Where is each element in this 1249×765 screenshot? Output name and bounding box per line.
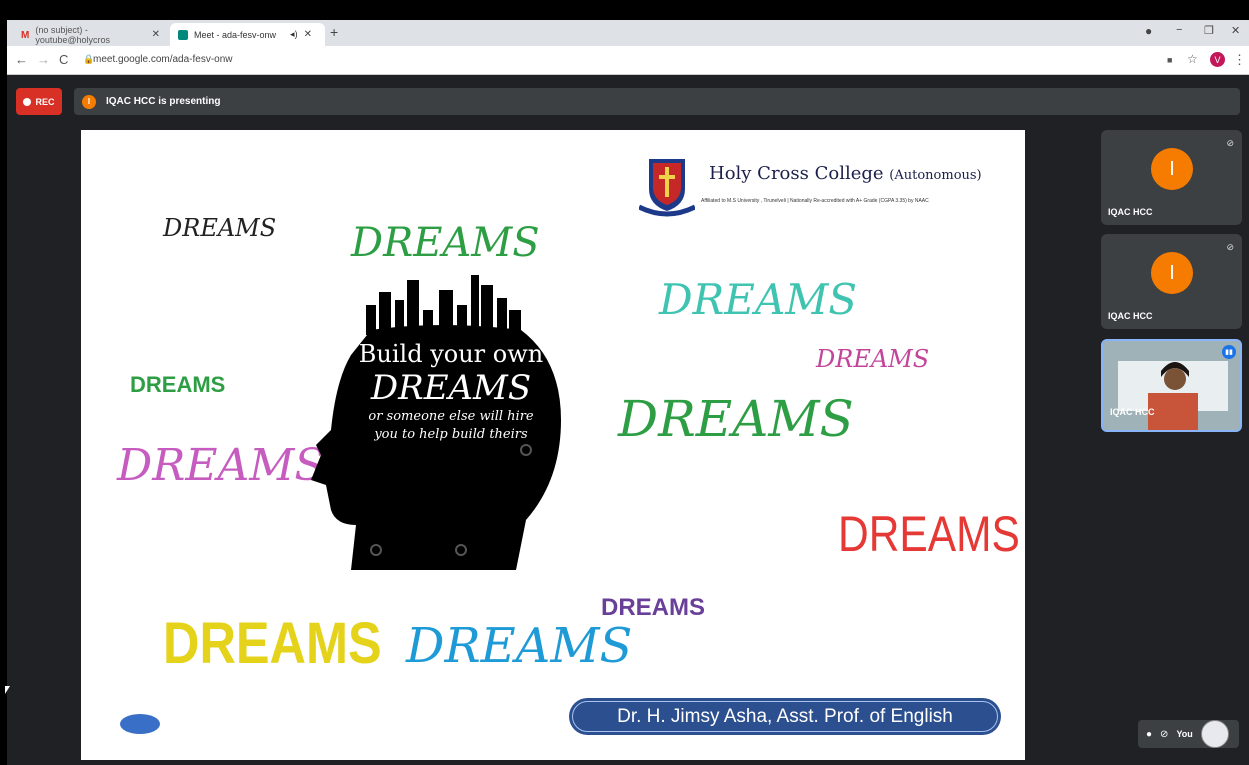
mouse-cursor-icon bbox=[5, 686, 10, 694]
record-dot-icon bbox=[23, 97, 32, 106]
head-quote: Build your own DREAMS or someone else wi… bbox=[351, 340, 551, 444]
mic-icon[interactable]: ● bbox=[1146, 729, 1152, 740]
participant-name: IQAC HCC bbox=[1108, 311, 1153, 321]
gmail-icon: M bbox=[21, 29, 30, 41]
word-dreams: DREAMS bbox=[838, 506, 1020, 562]
word-dreams: DREAMS bbox=[816, 345, 930, 373]
close-icon[interactable]: ✕ bbox=[304, 29, 312, 40]
new-tab-button[interactable]: + bbox=[330, 24, 338, 40]
college-name: Holy Cross College bbox=[709, 163, 884, 184]
tab-gmail-label: (no subject) - youtube@holycros bbox=[35, 24, 111, 45]
presenting-text: IQAC HCC is presenting bbox=[106, 96, 221, 107]
rec-label: REC bbox=[35, 96, 55, 107]
word-dreams: DREAMS bbox=[659, 275, 858, 324]
participant-avatar: I bbox=[1151, 148, 1193, 190]
mic-off-icon: ⊘ bbox=[1226, 242, 1234, 252]
word-dreams: DREAMS bbox=[406, 618, 633, 674]
speaking-indicator-icon: ▮▮ bbox=[1222, 345, 1236, 359]
college-title: Holy Cross College (Autonomous) bbox=[709, 163, 982, 184]
participant-avatar: I bbox=[1151, 252, 1193, 294]
meet-icon bbox=[178, 29, 188, 40]
quote-line-2: DREAMS bbox=[370, 368, 532, 408]
close-icon[interactable]: ✕ bbox=[152, 29, 160, 40]
decorative-oval bbox=[120, 714, 160, 734]
self-avatar bbox=[1200, 720, 1229, 748]
tab-meet[interactable]: Meet - ada-fesv-onw ◂) ✕ bbox=[170, 23, 325, 46]
participant-name: IQAC HCC bbox=[1110, 407, 1155, 417]
college-affiliation: Affiliated to M.S University , Tirunelve… bbox=[701, 198, 929, 204]
camera-icon[interactable]: ■ bbox=[1167, 55, 1172, 65]
back-icon[interactable]: ← bbox=[15, 52, 28, 67]
word-dreams: DREAMS bbox=[618, 390, 854, 448]
address-bar-row: ← → C 🔒 meet.google.com/ada-fesv-onw ■ ☆… bbox=[7, 46, 1249, 75]
speaker-name: Dr. H. Jimsy Asha, Asst. Prof. of Englis… bbox=[617, 705, 953, 727]
word-dreams: DREAMS bbox=[351, 220, 540, 266]
restore-button[interactable]: ❐ bbox=[1204, 24, 1214, 37]
camera-off-icon[interactable]: ⊘ bbox=[1160, 729, 1168, 740]
college-suffix: (Autonomous) bbox=[889, 168, 982, 183]
quote-line-1: Build your own bbox=[358, 340, 544, 368]
browser-tab-strip: M (no subject) - youtube@holycros ✕ Meet… bbox=[7, 20, 1249, 46]
quote-line-3: or someone else will hire bbox=[368, 409, 534, 424]
url-field[interactable]: meet.google.com/ada-fesv-onw bbox=[93, 54, 233, 65]
word-dreams: DREAMS bbox=[117, 440, 325, 491]
presenter-avatar: I bbox=[82, 94, 96, 109]
participant-video-tile[interactable]: ▮▮ IQAC HCC bbox=[1101, 339, 1242, 432]
tab-gmail[interactable]: M (no subject) - youtube@holycros ✕ bbox=[13, 23, 168, 46]
word-dreams: DREAMS bbox=[163, 214, 277, 242]
word-dreams: DREAMS bbox=[163, 611, 382, 676]
speaker-name-banner: Dr. H. Jimsy Asha, Asst. Prof. of Englis… bbox=[569, 698, 1001, 735]
speaker-icon[interactable]: ◂) bbox=[290, 29, 298, 40]
screen-top-bar bbox=[0, 0, 1249, 20]
presenting-banner: I IQAC HCC is presenting bbox=[74, 88, 1240, 115]
word-dreams: DREAMS bbox=[130, 372, 226, 397]
tab-meet-label: Meet - ada-fesv-onw bbox=[194, 29, 277, 40]
close-window-button[interactable]: ✕ bbox=[1231, 24, 1240, 37]
media-control-icon[interactable]: ● bbox=[1145, 24, 1152, 38]
participant-name: IQAC HCC bbox=[1108, 207, 1153, 217]
self-view-bar[interactable]: ● ⊘ You bbox=[1138, 720, 1239, 748]
bookmark-star-icon[interactable]: ☆ bbox=[1187, 52, 1198, 66]
recording-badge: REC bbox=[16, 88, 62, 115]
minimize-button[interactable]: − bbox=[1176, 24, 1182, 36]
participant-tile[interactable]: I ⊘ IQAC HCC bbox=[1101, 234, 1242, 329]
self-label: You bbox=[1176, 729, 1193, 739]
college-logo bbox=[639, 159, 695, 217]
menu-icon[interactable]: ⋮ bbox=[1233, 52, 1246, 68]
quote-line-4: you to help build theirs bbox=[374, 427, 528, 442]
reload-icon[interactable]: C bbox=[59, 52, 68, 67]
shared-slide: Holy Cross College (Autonomous) Affiliat… bbox=[81, 130, 1025, 760]
mic-off-icon: ⊘ bbox=[1226, 138, 1234, 148]
profile-avatar[interactable]: V bbox=[1210, 52, 1225, 67]
participant-tile[interactable]: I ⊘ IQAC HCC bbox=[1101, 130, 1242, 225]
forward-icon[interactable]: → bbox=[37, 52, 50, 67]
